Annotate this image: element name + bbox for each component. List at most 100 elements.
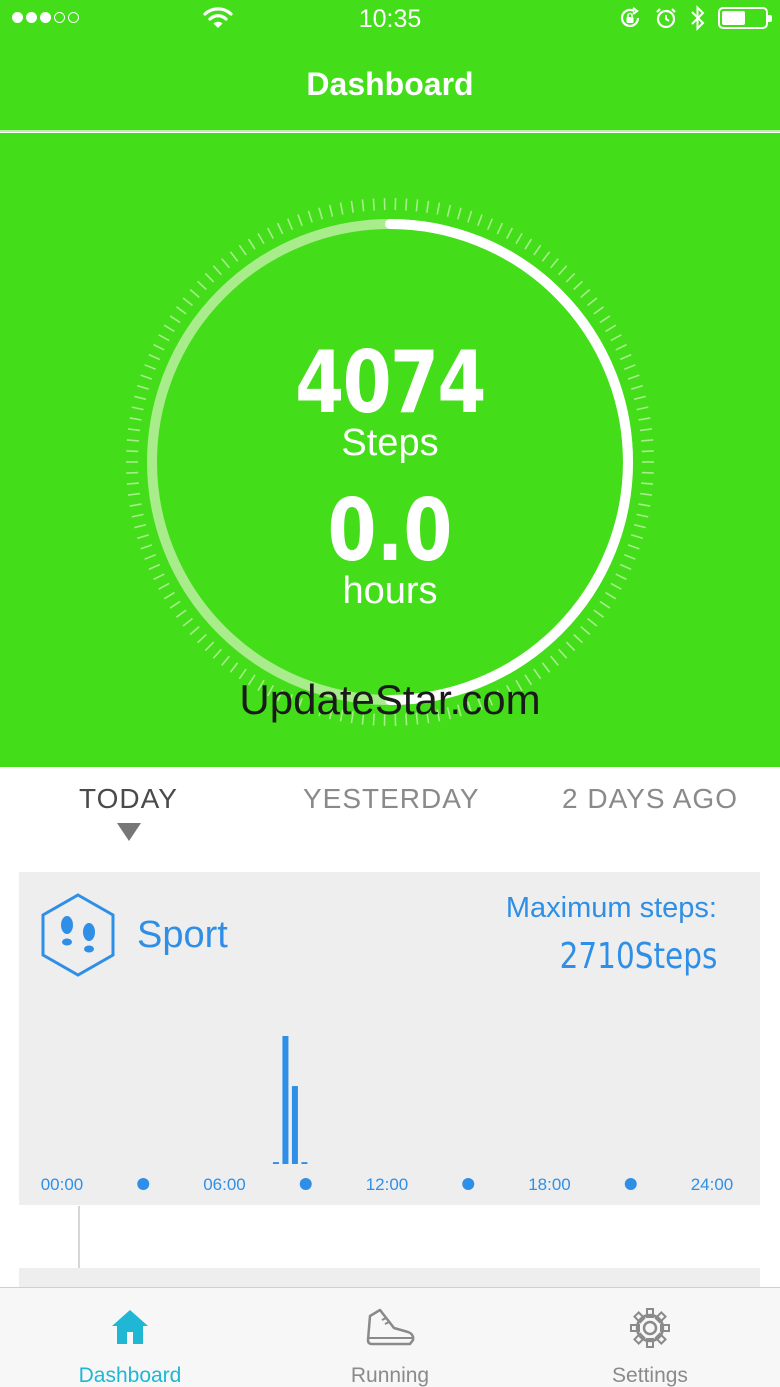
ring-tick xyxy=(496,222,504,235)
ring-tick xyxy=(486,218,494,231)
ring-tick xyxy=(533,244,542,256)
ring-tick xyxy=(197,280,207,291)
steps-value: 4074 xyxy=(295,333,486,433)
ring-tick xyxy=(605,324,617,333)
ring-tick xyxy=(524,238,533,250)
chart-tick-dot xyxy=(462,1178,475,1190)
ring-tick xyxy=(247,238,256,250)
ring-tick xyxy=(286,218,294,231)
ring-tick xyxy=(229,251,239,262)
ring-tick xyxy=(415,199,419,212)
max-steps-value: 2710Steps xyxy=(559,936,717,977)
ring-tick xyxy=(163,324,175,333)
tab-dashboard-label: Dashboard xyxy=(78,1364,182,1387)
chart-bar xyxy=(282,1036,289,1164)
status-bar: 10:35 xyxy=(0,0,780,38)
chart-bar xyxy=(291,1086,298,1164)
ring-tick xyxy=(426,200,430,213)
ring-tick xyxy=(182,297,194,307)
gear-icon xyxy=(630,1308,670,1348)
battery-nub xyxy=(768,15,772,22)
chart-x-tick-label: 24:00 xyxy=(691,1175,734,1194)
ring-tick xyxy=(221,655,230,666)
battery-icon xyxy=(718,7,772,29)
ring-tick xyxy=(573,280,583,291)
ring-tick xyxy=(204,272,215,283)
hours-unit: hours xyxy=(342,570,438,612)
ring-tick xyxy=(580,288,591,298)
ring-tick xyxy=(189,288,200,298)
dashboard-screen: 10:35 Dashboard 4074 Steps 0.0 hours Upd… xyxy=(0,0,780,1387)
ring-tick xyxy=(550,258,559,269)
tab-running-label: Running xyxy=(350,1364,430,1387)
page-title: Dashboard xyxy=(306,66,474,102)
day-selector: TODAY YESTERDAY 2 DAYS AGO xyxy=(0,767,780,867)
ring-tick xyxy=(238,244,247,256)
ring-tick xyxy=(297,214,303,227)
tab-settings[interactable]: Settings xyxy=(520,1288,780,1387)
steps-chart: 00:00 06:00 12:00 18:00 24:00 xyxy=(41,1036,734,1194)
tab-settings-label: Settings xyxy=(612,1364,688,1387)
chart-x-tick-label: 06:00 xyxy=(203,1175,246,1194)
ring-tick xyxy=(586,297,598,307)
rotation-lock-icon xyxy=(620,7,640,27)
ring-tick xyxy=(506,227,514,240)
ring-tick xyxy=(182,617,194,627)
tab-dashboard[interactable]: Dashboard xyxy=(0,1288,260,1387)
tab-today[interactable]: TODAY xyxy=(79,783,178,815)
ring-tick xyxy=(558,265,568,276)
ring-tick xyxy=(197,633,207,644)
ring-tick xyxy=(573,633,583,644)
sport-title: Sport xyxy=(137,914,228,956)
ring-tick xyxy=(405,198,408,211)
home-icon xyxy=(112,1310,148,1344)
active-tab-indicator xyxy=(117,823,141,841)
footprints-icon xyxy=(41,893,115,977)
ring-tick xyxy=(266,227,274,240)
ring-tick xyxy=(169,315,181,324)
ring-tick xyxy=(318,207,324,220)
ring-tick xyxy=(212,265,222,276)
watermark: UpdateStar.com xyxy=(239,676,541,723)
ring-tick xyxy=(221,258,230,269)
ring-tick xyxy=(350,200,354,213)
ring-tick xyxy=(175,306,187,315)
ring-tick xyxy=(558,648,568,659)
status-icons xyxy=(618,5,772,31)
ring-tick xyxy=(229,662,239,673)
max-steps-label: Maximum steps: xyxy=(505,892,717,924)
ring-tick xyxy=(212,648,222,659)
ring-tick xyxy=(189,626,200,636)
battery-level xyxy=(722,11,746,25)
ring-tick xyxy=(541,662,551,673)
chart-tick-dot xyxy=(137,1178,150,1190)
ring-tick xyxy=(565,641,576,652)
sport-card[interactable]: Sport Maximum steps: 2710Steps 00:00 06:0… xyxy=(19,872,760,1205)
chart-x-tick-label: 12:00 xyxy=(366,1175,409,1194)
ring-tick xyxy=(307,210,313,223)
ring-tick xyxy=(361,199,365,212)
tab-yesterday[interactable]: YESTERDAY xyxy=(303,783,480,815)
steps-unit: Steps xyxy=(341,422,439,464)
ring-tick xyxy=(372,198,375,211)
chart-bar xyxy=(272,1162,279,1164)
ring-tick xyxy=(456,207,462,220)
tab-2-days-ago[interactable]: 2 DAYS AGO xyxy=(562,783,738,815)
ring-tick xyxy=(565,272,576,283)
ring-tick xyxy=(436,202,441,215)
nav-header: Dashboard xyxy=(0,38,780,132)
ring-tick xyxy=(204,641,215,652)
ring-tick xyxy=(339,202,344,215)
ring-tick xyxy=(328,204,334,217)
ring-tick xyxy=(593,306,605,315)
tab-bar: Dashboard Running Settings xyxy=(0,1287,780,1387)
ring-tick xyxy=(541,251,551,262)
ring-tick xyxy=(276,222,284,235)
chart-x-tick-label: 00:00 xyxy=(41,1175,84,1194)
hours-value: 0.0 xyxy=(327,481,453,581)
tab-running[interactable]: Running xyxy=(260,1288,520,1387)
ring-tick xyxy=(477,214,483,227)
chart-x-tick-label: 18:00 xyxy=(528,1175,571,1194)
ring-tick xyxy=(586,617,598,627)
ring-tick xyxy=(641,471,654,474)
